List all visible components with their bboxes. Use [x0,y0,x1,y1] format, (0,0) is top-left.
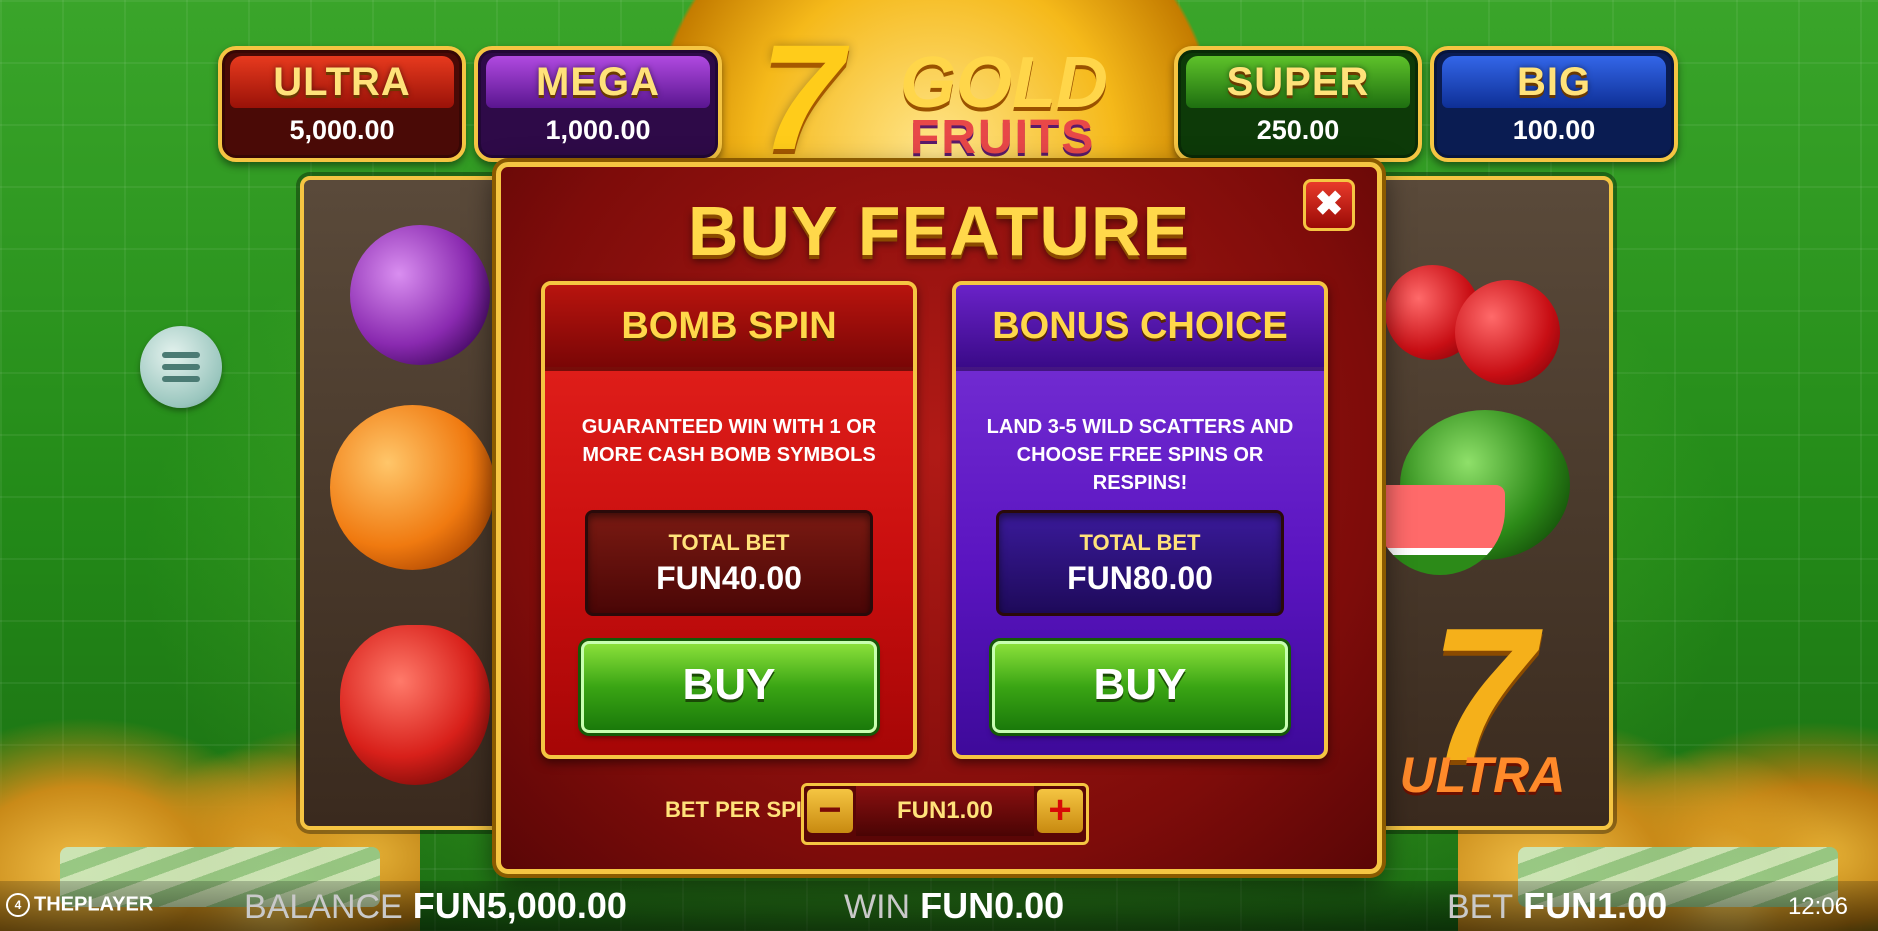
decrease-bet-button[interactable]: − [807,789,853,833]
jackpot-big-label: BIG [1442,56,1666,108]
bet-display: BET FUN1.00 [1447,885,1667,927]
bomb-spin-title: BOMB SPIN [545,285,913,371]
bonus-choice-buy-button[interactable]: BUY [992,641,1288,733]
cherry-symbol [1455,280,1560,385]
balance-label: BALANCE [244,888,403,926]
minus-icon: − [818,788,842,832]
menu-button[interactable] [140,326,222,408]
close-icon: ✖ [1314,185,1344,223]
jackpot-ultra-label: ULTRA [230,56,454,108]
logo-seven: 7 [760,13,844,181]
brand-icon: 4 [6,893,30,917]
jackpot-super-value: 250.00 [1256,114,1340,145]
hamburger-menu-icon [162,364,200,370]
bet-per-spin-row: BET PER SPIN − FUN1.00 + [501,783,1377,845]
jackpot-ultra: ULTRA 5,000.00 [218,46,466,162]
total-bet-value: FUN80.00 [1067,559,1213,596]
plus-icon: + [1048,788,1072,832]
bomb-spin-card: BOMB SPIN GUARANTEED WIN WITH 1 OR MORE … [541,281,917,759]
total-bet-label: TOTAL BET [668,529,790,555]
game-logo: 7 GOLD FRUITS [760,22,1140,172]
jackpot-mega-value: 1,000.00 [545,114,651,145]
brand-logo: 4 THEPLAYER [6,893,153,917]
bomb-spin-buy-button[interactable]: BUY [581,641,877,733]
jackpot-mega: MEGA 1,000.00 [474,46,722,162]
win-value: FUN0.00 [920,885,1065,926]
grapes-symbol [350,225,490,365]
seven-ultra-symbol: ULTRA 7 [1375,600,1590,800]
bonus-choice-description: LAND 3-5 WILD SCATTERS AND CHOOSE FREE S… [986,416,1294,494]
jackpot-super: SUPER 250.00 [1174,46,1422,162]
jackpot-mega-label: MEGA [486,56,710,108]
jackpot-super-label: SUPER [1186,56,1410,108]
bet-per-spin-value: FUN1.00 [856,786,1034,836]
clock: 12:06 [1787,893,1848,920]
bet-per-spin-label: BET PER SPIN [665,797,818,822]
jackpot-big: BIG 100.00 [1430,46,1678,162]
bomb-spin-description: GUARANTEED WIN WITH 1 OR MORE CASH BOMB … [581,416,877,466]
brand-name: THEPLAYER [34,893,154,916]
total-bet-label: TOTAL BET [1079,529,1201,555]
bonus-choice-title: BONUS CHOICE [956,285,1324,371]
seven-ultra-symbol-label: ULTRA [1399,747,1566,803]
win-label: WIN [844,888,911,926]
modal-title: BUY FEATURE [687,192,1191,270]
balance-value: FUN5,000.00 [412,885,627,926]
status-bar: 4 THEPLAYER BALANCE FUN5,000.00 WIN FUN0.… [0,881,1878,931]
orange-symbol [330,405,495,570]
close-button[interactable]: ✖ [1303,179,1355,231]
logo-fruits: FRUITS [910,111,1096,164]
bomb-spin-total-bet: TOTAL BET FUN40.00 [585,510,873,616]
bonus-choice-total-bet: TOTAL BET FUN80.00 [996,510,1284,616]
bet-per-spin-stepper: − FUN1.00 + [801,783,1089,845]
bet-value: FUN1.00 [1523,885,1668,926]
hamburger-menu-icon [162,352,200,358]
buy-feature-modal: BUY FEATURE ✖ BOMB SPIN GUARANTEED WIN W… [496,162,1382,874]
balance-display: BALANCE FUN5,000.00 [244,885,627,927]
jackpot-ultra-value: 5,000.00 [289,114,395,145]
strawberry-symbol [340,625,490,785]
increase-bet-button[interactable]: + [1037,789,1083,833]
hamburger-menu-icon [162,376,200,382]
bet-label: BET [1447,888,1514,926]
total-bet-value: FUN40.00 [656,559,802,596]
bonus-choice-card: BONUS CHOICE LAND 3-5 WILD SCATTERS AND … [952,281,1328,759]
jackpot-big-value: 100.00 [1512,114,1596,145]
win-display: WIN FUN0.00 [844,885,1064,927]
